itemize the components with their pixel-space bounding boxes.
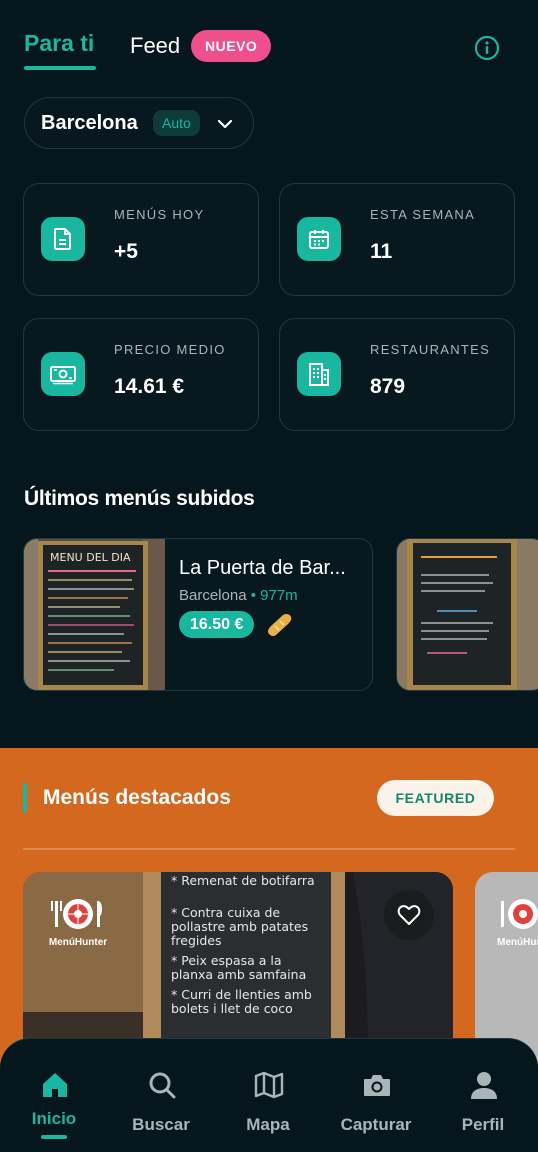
nav-label: Perfil — [461, 1115, 505, 1134]
nav-capturar[interactable]: Capturar — [331, 1069, 421, 1149]
nav-label: Buscar — [132, 1115, 190, 1134]
svg-text:MENU DEL DIA: MENU DEL DIA — [50, 551, 131, 564]
city-selector[interactable]: Barcelona Auto — [24, 97, 254, 149]
nav-perfil[interactable]: Perfil — [438, 1069, 528, 1149]
distance-label: • 977m — [250, 587, 298, 604]
bottom-navigation: Inicio Buscar Mapa Capturar Perfil — [0, 1038, 538, 1152]
section-accent-bar — [23, 783, 27, 813]
price-badge: 16.50 € — [179, 611, 255, 638]
user-icon — [468, 1069, 500, 1101]
restaurant-name: La Puerta de Bar... — [179, 557, 346, 579]
nav-label: Mapa — [246, 1115, 290, 1134]
featured-badge: FEATURED — [377, 780, 494, 816]
stat-label: PRECIO MEDIO — [114, 342, 226, 357]
restaurant-location: Barcelona • 977m — [179, 587, 298, 604]
calendar-icon — [297, 217, 341, 261]
stat-label: MENÚS HOY — [114, 207, 205, 222]
divider — [23, 848, 515, 850]
section-title-latest-menus: Últimos menús subidos — [24, 487, 255, 510]
menuhunter-logo: MenúHun — [497, 896, 538, 948]
stat-label: ESTA SEMANA — [370, 207, 476, 222]
new-badge: NUEVO — [191, 30, 272, 62]
tab-para-ti[interactable]: Para ti — [24, 30, 94, 57]
nav-mapa[interactable]: Mapa — [223, 1069, 313, 1149]
city-name: Barcelona — [41, 112, 138, 134]
nav-label: Inicio — [31, 1109, 77, 1128]
stat-card-average-price: PRECIO MEDIO 14.61 € — [23, 318, 259, 431]
document-icon — [41, 217, 85, 261]
stat-card-restaurants: RESTAURANTES 879 — [279, 318, 515, 431]
nav-label: Capturar — [340, 1115, 412, 1134]
stat-value: 11 — [370, 240, 393, 263]
stat-card-menus-today: MENÚS HOY +5 — [23, 183, 259, 296]
map-icon — [253, 1069, 285, 1101]
stat-label: RESTAURANTES — [370, 342, 491, 357]
stat-card-this-week: ESTA SEMANA 11 — [279, 183, 515, 296]
stat-value: 14.61 € — [114, 375, 185, 398]
search-icon — [146, 1069, 178, 1101]
stat-value: 879 — [370, 375, 406, 398]
favorite-heart-icon[interactable] — [384, 890, 434, 940]
tab-feed[interactable]: Feed — [130, 33, 180, 59]
nav-buscar[interactable]: Buscar — [116, 1069, 206, 1149]
menu-board-photo: MENU DEL DIA — [24, 539, 165, 690]
menuhunter-logo: MenúHunter — [43, 896, 113, 948]
chevron-down-icon — [215, 114, 235, 134]
nav-inicio[interactable]: Inicio — [9, 1069, 99, 1149]
stat-value: +5 — [114, 240, 138, 263]
home-icon — [39, 1069, 71, 1101]
info-icon[interactable] — [474, 35, 500, 61]
building-icon — [297, 352, 341, 396]
bread-icon — [265, 612, 293, 638]
auto-location-badge: Auto — [153, 110, 200, 136]
active-tab-indicator — [24, 66, 96, 70]
active-nav-indicator — [41, 1135, 67, 1139]
latest-menu-card[interactable]: MENU DEL DIA La Puerta de Bar... Barcelo… — [23, 538, 373, 691]
latest-menu-card[interactable] — [396, 538, 538, 691]
section-title-featured: Menús destacados — [43, 786, 231, 809]
menu-board-text: * Remenat de botifarra * Contra cuixa de… — [171, 873, 315, 1016]
money-icon — [41, 352, 85, 396]
camera-icon — [361, 1069, 393, 1101]
